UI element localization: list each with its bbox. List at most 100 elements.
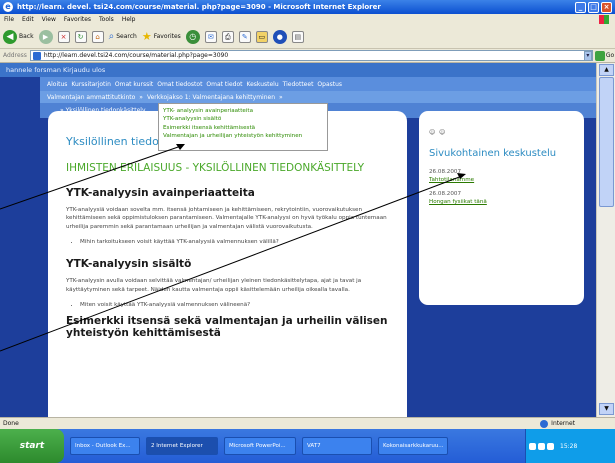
window-titlebar: e http://learn. devel. tsi24.com/course/… xyxy=(0,0,615,14)
nav-omat-tiedot[interactable]: Omat tiedot xyxy=(206,81,242,88)
browser-toolbar: ◀ Back ▶ × ↻ ⌂ ⌕ Search ★ Favorites ◷ ✉ … xyxy=(0,25,615,49)
taskbar-item-outlook[interactable]: Inbox - Outlook Ex... xyxy=(70,437,140,455)
ie-logo-icon: e xyxy=(3,2,13,12)
history-icon[interactable]: ◷ xyxy=(185,29,200,44)
go-arrow-icon xyxy=(594,50,605,61)
post-date: 26.08.2007 xyxy=(429,169,462,175)
print-icon[interactable]: ⎙ xyxy=(221,30,234,43)
address-input[interactable]: http://learn.devel.tsi24.com/course/mate… xyxy=(29,50,593,61)
post-link[interactable]: Tahtotilanamme xyxy=(429,177,574,183)
menu-bar: File Edit View Favorites Tools Help xyxy=(0,14,615,25)
taskbar-item-vat7[interactable]: VAT7 xyxy=(302,437,372,455)
nav-aloitus[interactable]: Aloitus xyxy=(47,81,67,88)
dropdown-item[interactable]: Valmentajan ja urheilijan yhteistyön keh… xyxy=(163,132,323,140)
post-link-2[interactable]: Hongan fysiikat tänä xyxy=(429,199,574,205)
section-heading: YTK-analyysin avainperiaatteita xyxy=(66,187,255,199)
scroll-up-icon[interactable]: ▲ xyxy=(599,64,614,76)
menu-tools[interactable]: Tools xyxy=(99,16,114,23)
window-title: http://learn. devel. tsi24.com/course/ma… xyxy=(17,3,381,11)
folder-icon[interactable]: ▭ xyxy=(255,30,268,43)
breadcrumb: Valmentajan ammattitutkinto » Verkkojaks… xyxy=(40,91,615,103)
search-icon: ⌕ xyxy=(108,31,115,42)
tray-icon[interactable] xyxy=(538,442,545,450)
user-bar-text[interactable]: hannele forsman Kirjaudu ulos xyxy=(6,66,105,74)
discussion-sidebar: ☺ ☺ Sivukohtainen keskustelu 26.08.2007 … xyxy=(419,111,584,305)
main-nav: Aloitus Kurssitarjotin Omat kurssit Omat… xyxy=(40,77,615,91)
start-button[interactable]: start xyxy=(0,429,64,463)
post-date-2: 26.08.2007 xyxy=(429,191,462,197)
minimize-icon[interactable]: _ xyxy=(575,1,586,13)
menu-view[interactable]: View xyxy=(42,16,56,23)
research-icon[interactable]: ▤ xyxy=(291,30,304,43)
back-label: Back xyxy=(19,33,34,40)
sidebar-title: Sivukohtainen keskustelu xyxy=(429,148,557,159)
close-icon[interactable]: × xyxy=(601,1,612,13)
nav-omat-tiedostot[interactable]: Omat tiedostot xyxy=(157,81,202,88)
scroll-thumb[interactable] xyxy=(599,77,614,207)
globe-icon xyxy=(540,419,549,428)
nav-opastus[interactable]: Opastus xyxy=(317,81,342,88)
nav-omat-kurssit[interactable]: Omat kurssit xyxy=(115,81,153,88)
windows-flag-icon xyxy=(599,15,609,24)
dropdown-item[interactable]: Esimerkki itsensä kehittämisestä xyxy=(163,124,323,132)
mail-icon[interactable]: ✉ xyxy=(204,30,217,43)
taskbar-item-label: VAT7 xyxy=(307,443,321,449)
scroll-down-icon[interactable]: ▼ xyxy=(599,403,614,415)
taskbar-item-document[interactable]: Kokonaisarkkukaruu... xyxy=(378,437,448,455)
breadcrumb-module[interactable]: Verkkojakso 1: Valmentajana kehittyminen xyxy=(147,94,275,101)
taskbar-item-ie[interactable]: 2 Internet Explorer xyxy=(146,437,218,455)
forward-button[interactable]: ▶ xyxy=(38,29,53,44)
taskbar-item-powerpoint[interactable]: Microsoft PowerPoi... xyxy=(224,437,296,455)
person-icon-2[interactable]: ☺ xyxy=(439,129,447,137)
edit-icon[interactable]: ✎ xyxy=(238,30,251,43)
zone-label: Internet xyxy=(551,420,575,427)
nav-kurssitarjotin[interactable]: Kurssitarjotin xyxy=(71,81,110,88)
start-label: start xyxy=(19,441,45,451)
section-heading-2: YTK-analyysin sisältö xyxy=(66,258,192,271)
menu-file[interactable]: File xyxy=(4,16,14,23)
messenger-icon[interactable]: ● xyxy=(272,29,287,44)
web-page: hannele forsman Kirjaudu ulos Aloitus Ku… xyxy=(0,63,615,417)
nav-tiedotteet[interactable]: Tiedotteet xyxy=(283,81,314,88)
star-icon: ★ xyxy=(141,30,152,43)
nav-keskustelu[interactable]: Keskustelu xyxy=(246,81,278,88)
tray-icon[interactable] xyxy=(529,442,536,450)
dropdown-item[interactable]: YTK-analyysin sisältö xyxy=(163,115,323,123)
status-text: Done xyxy=(3,420,19,427)
address-label: Address xyxy=(3,52,27,59)
home-button[interactable]: ⌂ xyxy=(91,30,104,43)
zone-indicator: Internet xyxy=(540,419,575,428)
question-bullet: Mihin tarkoitukseen voisit käyttää YTK-a… xyxy=(80,239,389,245)
menu-edit[interactable]: Edit xyxy=(22,16,34,23)
go-button[interactable]: Go xyxy=(594,50,615,61)
taskbar-item-label: Inbox - Outlook Ex... xyxy=(75,443,131,449)
address-bar: Address http://learn.devel.tsi24.com/cou… xyxy=(0,49,615,63)
go-label: Go xyxy=(605,52,615,59)
favorites-label: Favorites xyxy=(153,33,181,40)
ie-window: e http://learn. devel. tsi24.com/course/… xyxy=(0,0,615,463)
section-heading-3: Esimerkki itsensä sekä valmentajan ja ur… xyxy=(66,315,388,340)
taskbar: start Inbox - Outlook Ex... 2 Internet E… xyxy=(0,429,615,463)
menu-favorites[interactable]: Favorites xyxy=(64,16,91,23)
refresh-button[interactable]: ↻ xyxy=(74,30,87,43)
dropdown-item[interactable]: YTK- analyysin avainperiaatteita xyxy=(163,107,323,115)
breadcrumb-course[interactable]: Valmentajan ammattitutkinto xyxy=(47,94,135,101)
menu-help[interactable]: Help xyxy=(122,16,136,23)
person-icon[interactable]: ☺ xyxy=(429,129,437,137)
question-bullet-2: Miten voisit käyttää YTK-analyysiä valme… xyxy=(80,302,389,308)
page-subtitle: IHMISTEN ERILAISUUS - YKSILÖLLINEN TIEDO… xyxy=(66,162,365,174)
favorites-button[interactable]: ★ Favorites xyxy=(142,30,181,43)
search-button[interactable]: ⌕ Search xyxy=(109,31,137,42)
window-controls: _ □ × xyxy=(575,1,615,13)
stop-button[interactable]: × xyxy=(57,30,70,43)
back-button[interactable]: ◀ Back xyxy=(3,29,34,44)
address-url: http://learn.devel.tsi24.com/course/mate… xyxy=(43,52,229,59)
taskbar-item-label: Kokonaisarkkukaruu... xyxy=(383,443,444,449)
section-text-2: YTK-analyysin avulla voidaan selvittää v… xyxy=(66,278,362,293)
address-dropdown-icon[interactable]: ▾ xyxy=(583,50,592,61)
vertical-scrollbar[interactable]: ▲ ▼ xyxy=(596,63,615,417)
maximize-icon[interactable]: □ xyxy=(588,1,599,13)
taskbar-item-label: Microsoft PowerPoi... xyxy=(229,443,286,449)
taskbar-item-label: 2 Internet Explorer xyxy=(151,443,203,449)
tray-icon[interactable] xyxy=(547,442,554,450)
